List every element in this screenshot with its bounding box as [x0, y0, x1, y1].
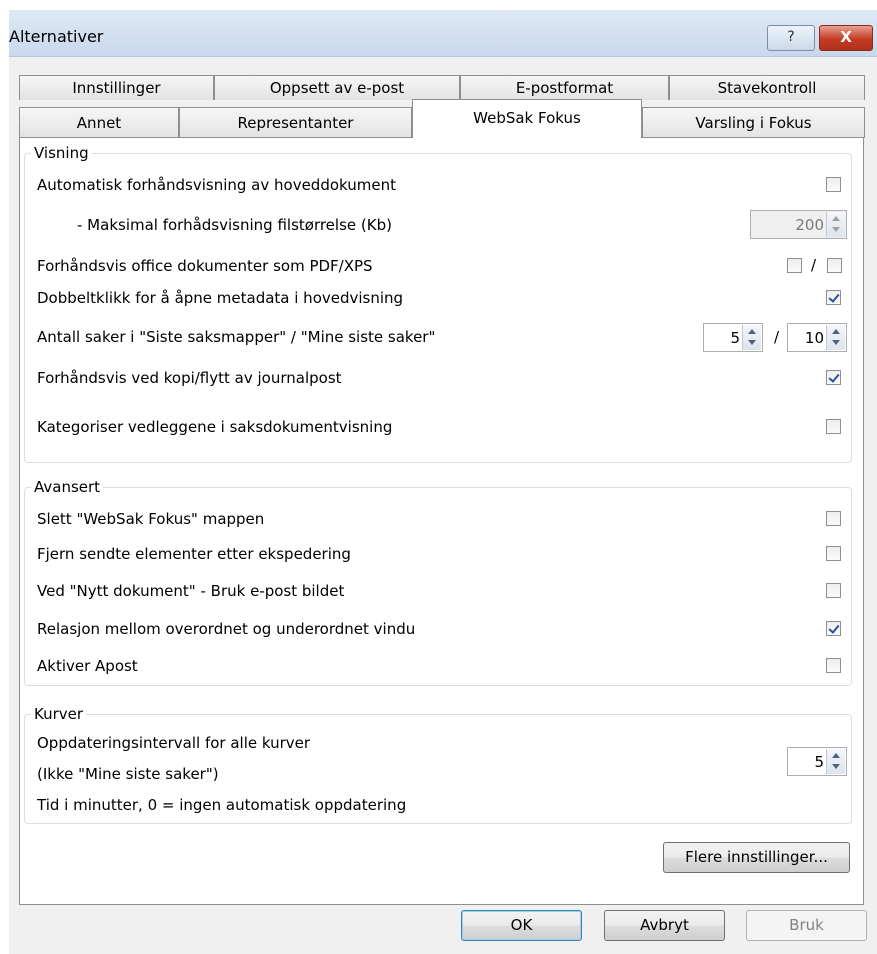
- spinner-arrows-icon[interactable]: [826, 325, 845, 350]
- close-button[interactable]: X: [819, 25, 873, 51]
- activate-apost-label: Aktiver Apost: [37, 657, 138, 675]
- max-preview-size-spinner[interactable]: 200: [750, 210, 847, 239]
- more-settings-button[interactable]: Flere innstillinger...: [663, 842, 850, 873]
- spinner-arrows-icon[interactable]: [826, 749, 845, 774]
- double-click-label: Dobbeltklikk for å åpne metadata i hoved…: [37, 289, 404, 307]
- title-bar[interactable]: Alternativer ? X: [9, 10, 877, 57]
- max-preview-label: - Maksimal forhådsvisning filstørrelse (…: [77, 216, 392, 234]
- delete-folder-label: Slett "WebSak Fokus" mappen: [37, 510, 265, 528]
- recent-folders-count-value: 5: [730, 329, 740, 347]
- recent-folders-count-spinner[interactable]: 5: [703, 323, 763, 352]
- update-interval-value: 5: [814, 753, 824, 771]
- window-relation-checkbox[interactable]: [826, 621, 841, 636]
- tab-stavekontroll[interactable]: Stavekontroll: [669, 75, 865, 100]
- tab-e-postformat[interactable]: E-postformat: [460, 75, 669, 100]
- max-preview-size-value: 200: [795, 216, 824, 234]
- group-visning: Visning: [24, 144, 852, 463]
- update-interval-note: (Ikke "Mine siste saker"): [37, 765, 219, 783]
- copy-move-preview-checkbox[interactable]: [826, 370, 841, 385]
- update-interval-help: Tid i minutter, 0 = ingen automatisk opp…: [37, 796, 407, 814]
- tab-oppsett-av-e-post[interactable]: Oppsett av e-post: [214, 75, 460, 100]
- group-title-avansert: Avansert: [31, 478, 104, 496]
- case-count-separator: /: [774, 328, 780, 346]
- window-relation-label: Relasjon mellom overordnet og underordne…: [37, 620, 416, 638]
- double-click-checkbox[interactable]: [826, 290, 841, 305]
- window-title: Alternativer: [9, 27, 104, 46]
- help-button[interactable]: ?: [767, 25, 815, 51]
- tab-representanter[interactable]: Representanter: [179, 107, 412, 138]
- auto-preview-label: Automatisk forhåndsvisning av hoveddokum…: [37, 176, 396, 194]
- spinner-arrows-icon[interactable]: [742, 325, 761, 350]
- new-document-checkbox[interactable]: [826, 583, 841, 598]
- categorize-label: Kategoriser vedleggene i saksdokumentvis…: [37, 418, 393, 436]
- office-preview-xps-checkbox[interactable]: [827, 258, 842, 273]
- categorize-checkbox[interactable]: [826, 419, 841, 434]
- office-preview-pdf-checkbox[interactable]: [787, 258, 802, 273]
- apply-button[interactable]: Bruk: [746, 910, 867, 941]
- my-recent-cases-count-value: 10: [804, 329, 824, 347]
- remove-sent-checkbox[interactable]: [826, 546, 841, 561]
- tab-websak-fokus[interactable]: WebSak Fokus: [412, 99, 642, 138]
- my-recent-cases-count-spinner[interactable]: 10: [787, 323, 847, 352]
- office-preview-label: Forhåndsvis office dokumenter som PDF/XP…: [37, 257, 373, 275]
- tab-innstillinger[interactable]: Innstillinger: [19, 75, 214, 100]
- case-count-label: Antall saker i "Siste saksmapper" / "Min…: [37, 328, 436, 346]
- tab-varsling-i-fokus[interactable]: Varsling i Fokus: [642, 107, 865, 138]
- update-interval-label: Oppdateringsintervall for alle kurver: [37, 734, 311, 752]
- group-title-visning: Visning: [31, 144, 92, 162]
- spinner-arrows-icon[interactable]: [826, 212, 845, 237]
- cancel-button[interactable]: Avbryt: [604, 910, 725, 941]
- auto-preview-checkbox[interactable]: [826, 177, 841, 192]
- copy-move-preview-label: Forhåndsvis ved kopi/flytt av journalpos…: [37, 369, 342, 387]
- activate-apost-checkbox[interactable]: [826, 658, 841, 673]
- delete-folder-checkbox[interactable]: [826, 511, 841, 526]
- ok-button[interactable]: OK: [461, 910, 582, 941]
- tab-annet[interactable]: Annet: [19, 107, 179, 138]
- remove-sent-label: Fjern sendte elementer etter ekspedering: [37, 545, 351, 563]
- group-title-kurver: Kurver: [31, 705, 87, 723]
- office-preview-separator: /: [811, 256, 817, 274]
- new-document-label: Ved "Nytt dokument" - Bruk e-post bildet: [37, 582, 345, 600]
- update-interval-spinner[interactable]: 5: [787, 747, 847, 776]
